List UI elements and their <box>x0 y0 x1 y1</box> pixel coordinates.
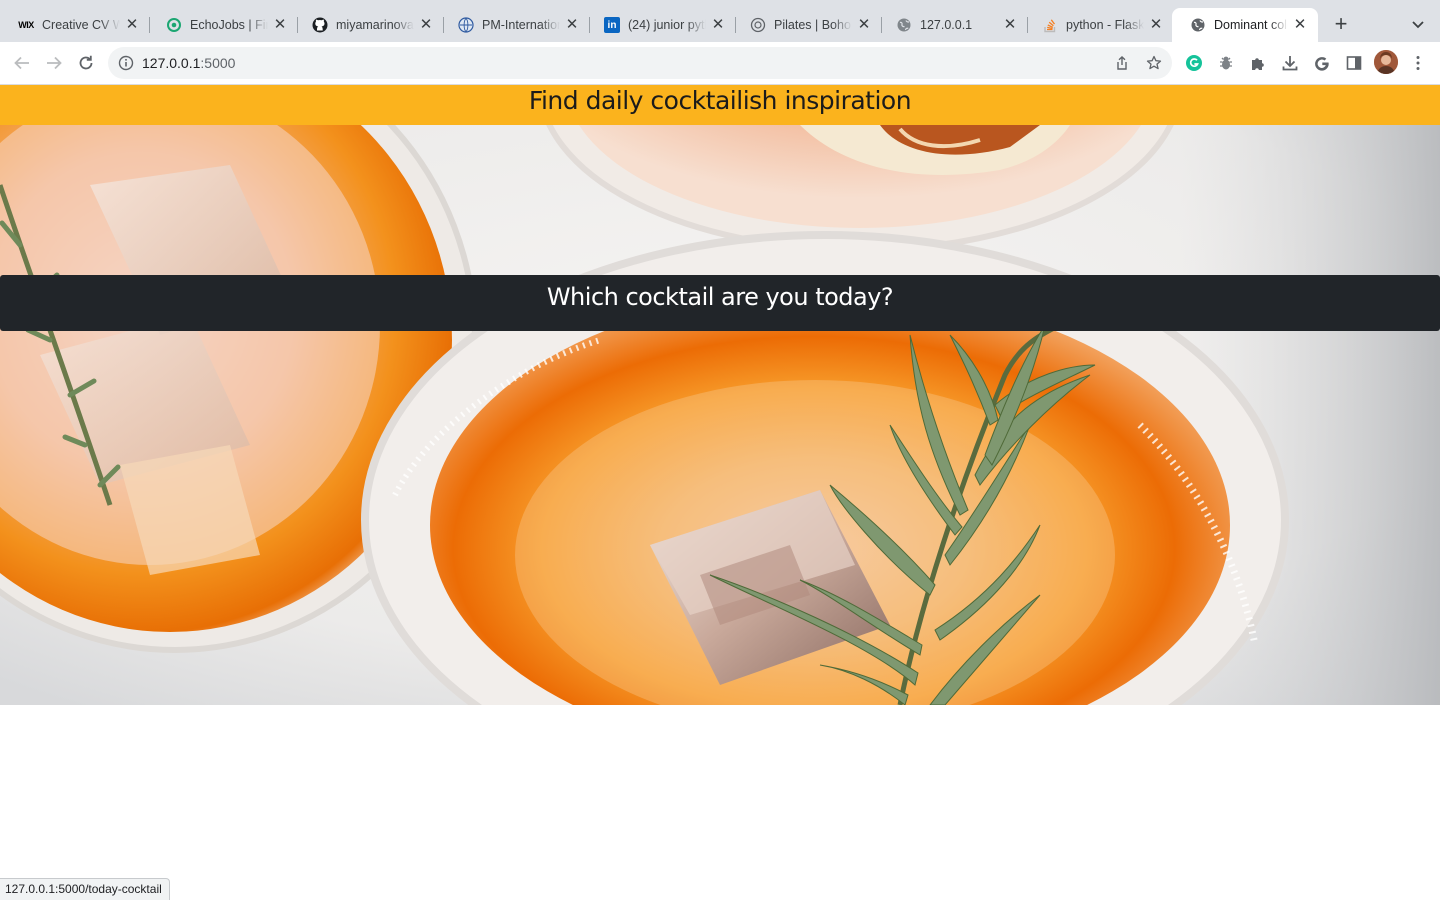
wix-icon: WIX <box>18 20 34 30</box>
bookmark-star-icon[interactable] <box>1146 55 1162 71</box>
stackoverflow-icon <box>1042 17 1058 33</box>
github-icon <box>312 17 328 33</box>
tab-github[interactable]: miyamarinova/ ✕ <box>294 8 444 42</box>
bug-extension-icon[interactable] <box>1216 53 1236 73</box>
tab-title: PM-International <box>482 18 560 32</box>
close-tab-icon[interactable]: ✕ <box>1002 17 1018 33</box>
pilates-icon <box>750 17 766 33</box>
side-panel-icon[interactable] <box>1344 53 1364 73</box>
close-tab-icon[interactable]: ✕ <box>710 17 726 33</box>
close-tab-icon[interactable]: ✕ <box>418 17 434 33</box>
tab-title: miyamarinova/ <box>336 18 414 32</box>
browser-menu-icon[interactable] <box>1408 53 1428 73</box>
tab-title: Pilates | Boho <box>774 18 851 32</box>
hero-image: Which cocktail are you today? <box>0 125 1440 705</box>
pm-international-icon <box>458 17 474 33</box>
cta-title: Which cocktail are you today? <box>546 283 894 311</box>
tab-pm-international[interactable]: PM-International ✕ <box>440 8 590 42</box>
tab-title: EchoJobs | Find <box>190 18 268 32</box>
tab-search-button[interactable] <box>1408 14 1428 34</box>
forward-button[interactable] <box>42 51 66 75</box>
address-bar[interactable]: 127.0.0.1:5000 <box>108 47 1172 79</box>
avatar[interactable] <box>1374 50 1398 74</box>
browser-toolbar: 127.0.0.1:5000 <box>0 42 1440 85</box>
tab-strip: WIX Creative CV Website ✕ EchoJobs | Fin… <box>0 0 1440 42</box>
tab-creative-cv[interactable]: WIX Creative CV Website ✕ <box>0 8 150 42</box>
share-icon[interactable] <box>1114 55 1130 71</box>
tab-localhost[interactable]: 127.0.0.1 ✕ <box>878 8 1028 42</box>
close-tab-icon[interactable]: ✕ <box>1292 17 1308 33</box>
tab-title: Creative CV Website <box>42 18 120 32</box>
close-tab-icon[interactable]: ✕ <box>272 17 288 33</box>
page-title: Find daily cocktailish inspiration <box>528 86 912 115</box>
arrow-left-icon <box>14 56 29 70</box>
tab-title: (24) junior python <box>628 18 706 32</box>
cocktail-of-the-day-button[interactable]: Which cocktail are you today? <box>0 275 1440 331</box>
cocktail-photo <box>0 125 1440 705</box>
link-status-bar: 127.0.0.1:5000/today-cocktail <box>0 878 170 900</box>
reload-button[interactable] <box>74 51 98 75</box>
inspiration-banner: Find daily cocktailish inspiration <box>0 85 1440 125</box>
linkedin-icon: in <box>604 17 620 33</box>
globe-icon <box>896 17 912 33</box>
globe-icon <box>1190 17 1206 33</box>
close-tab-icon[interactable]: ✕ <box>1148 17 1164 33</box>
url-host: 127.0.0.1 <box>142 55 201 71</box>
tab-stackoverflow[interactable]: python - Flask ✕ <box>1024 8 1174 42</box>
reload-icon <box>79 55 93 70</box>
echojobs-icon <box>166 17 182 33</box>
site-info-icon[interactable] <box>118 55 134 71</box>
tab-title: Dominant color <box>1214 18 1288 32</box>
url-port: :5000 <box>200 55 236 71</box>
tab-title: 127.0.0.1 <box>920 18 973 32</box>
url-text[interactable]: 127.0.0.1:5000 <box>142 55 235 71</box>
tab-echojobs[interactable]: EchoJobs | Find ✕ <box>148 8 298 42</box>
download-icon[interactable] <box>1280 53 1300 73</box>
close-tab-icon[interactable]: ✕ <box>124 17 140 33</box>
chevron-down-icon <box>1412 21 1424 29</box>
tab-title: python - Flask <box>1066 18 1144 32</box>
back-button[interactable] <box>10 51 34 75</box>
grammarly-extension-icon[interactable] <box>1184 53 1204 73</box>
arrow-right-icon <box>47 56 62 70</box>
tab-dominant-color[interactable]: Dominant color ✕ <box>1172 8 1318 42</box>
google-extension-icon[interactable] <box>1312 53 1332 73</box>
tab-pilates[interactable]: Pilates | Boho ✕ <box>732 8 882 42</box>
close-tab-icon[interactable]: ✕ <box>564 17 580 33</box>
page-body: Find daily cocktailish inspiration Which… <box>0 85 1440 900</box>
tab-linkedin[interactable]: in (24) junior python ✕ <box>586 8 736 42</box>
extensions-puzzle-icon[interactable] <box>1248 53 1268 73</box>
new-tab-button[interactable]: + <box>1330 13 1352 35</box>
close-tab-icon[interactable]: ✕ <box>856 17 872 33</box>
